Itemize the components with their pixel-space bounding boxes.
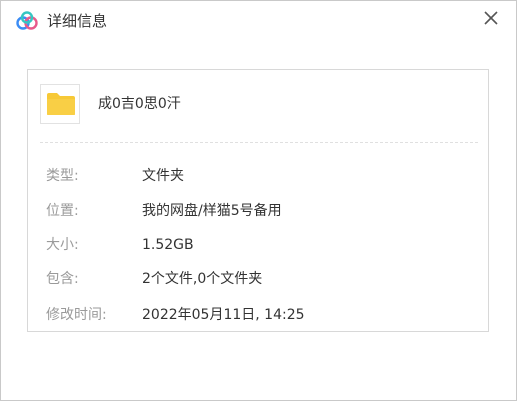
folder-thumbnail [40, 84, 80, 124]
detail-value: 2个文件,0个文件夹 [142, 271, 263, 287]
divider [40, 142, 478, 143]
detail-row-modified: 修改时间: 2022年05月11日, 14:25 [46, 305, 476, 325]
detail-row-location: 位置: 我的网盘/样猫5号备用 [46, 201, 476, 221]
detail-value: 2022年05月11日, 14:25 [142, 307, 305, 323]
detail-value: 1.52GB [142, 237, 194, 253]
detail-label: 修改时间: [46, 307, 107, 323]
folder-icon [47, 93, 75, 115]
file-name: 成0吉0思0汗 [98, 96, 181, 112]
detail-value: 我的网盘/样猫5号备用 [142, 203, 282, 219]
detail-label: 位置: [46, 203, 79, 219]
detail-value: 文件夹 [142, 168, 184, 184]
detail-row-contains: 包含: 2个文件,0个文件夹 [46, 269, 476, 289]
cloud-logo-icon [16, 11, 38, 30]
detail-row-type: 类型: 文件夹 [46, 166, 476, 186]
details-dialog: 详细信息 成0吉0思0汗 类型: 文件夹 位置: 我的网盘/样猫5号备用 大小:… [0, 0, 517, 401]
detail-label: 类型: [46, 168, 79, 184]
detail-label: 大小: [46, 237, 79, 253]
dialog-title: 详细信息 [47, 12, 108, 30]
close-icon[interactable] [478, 5, 504, 31]
details-panel: 成0吉0思0汗 类型: 文件夹 位置: 我的网盘/样猫5号备用 大小: 1.52… [27, 69, 489, 332]
detail-label: 包含: [46, 271, 79, 287]
detail-row-size: 大小: 1.52GB [46, 235, 476, 255]
title-bar: 详细信息 [1, 1, 516, 41]
